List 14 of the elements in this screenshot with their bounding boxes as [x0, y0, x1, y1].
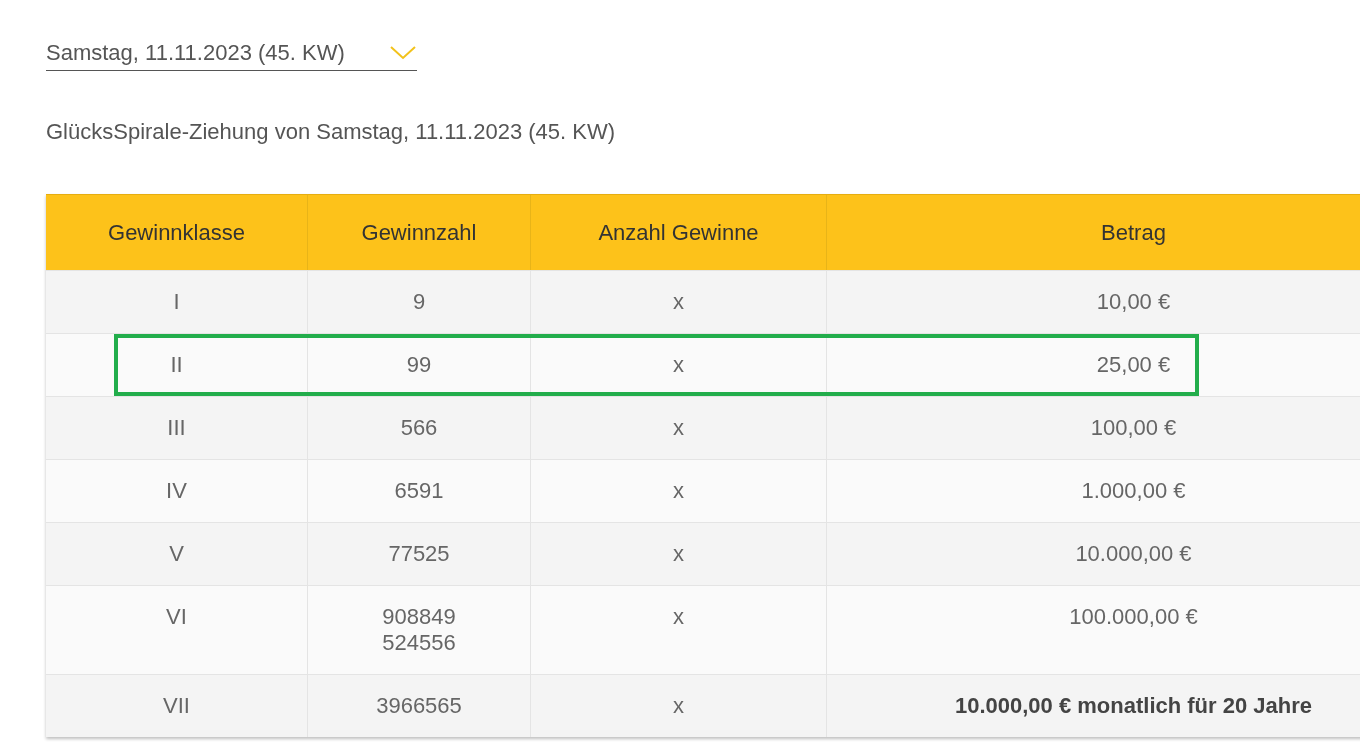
chevron-down-icon — [389, 45, 417, 61]
table-cell-text: I — [172, 288, 181, 316]
table-cell: 3966565 — [307, 675, 530, 737]
date-dropdown[interactable]: Samstag, 11.11.2023 (45. KW) — [46, 40, 417, 71]
table-cell-text: VII — [162, 692, 191, 720]
draw-heading: GlücksSpirale-Ziehung von Samstag, 11.11.2023 (45. KW) — [46, 119, 617, 145]
table-cell: x — [530, 675, 826, 737]
table-cell-text: VI — [165, 603, 188, 631]
table-cell: 10.000,00 € monatlich für 20 Jahre — [826, 675, 1360, 737]
table-cell-text: V — [168, 540, 185, 568]
column-header: Gewinnklasse — [107, 218, 246, 247]
table-cell-text: III — [166, 414, 187, 442]
table-cell-text: IV — [165, 477, 188, 505]
table-cell-text: II — [169, 351, 184, 379]
